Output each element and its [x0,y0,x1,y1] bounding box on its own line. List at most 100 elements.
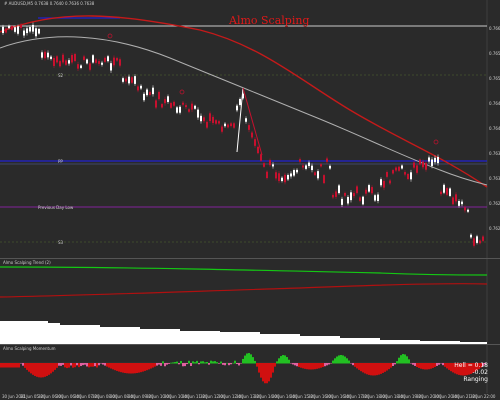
candle-body [269,160,271,166]
momentum-bar [176,361,178,364]
candle-body [296,169,298,173]
momentum-bar [188,360,190,364]
candle-body [461,201,463,205]
momentum-bar [134,363,136,374]
momentum-indicator-chart[interactable] [0,345,500,393]
momentum-bar [328,363,330,365]
momentum-bar [180,360,182,364]
momentum-bar [354,363,356,367]
momentum-bar [396,361,398,364]
momentum-bar [316,363,318,369]
candle-body [71,55,73,63]
momentum-bar [24,363,26,368]
momentum-bar [202,361,204,364]
momentum-bar [50,363,52,374]
momentum-bar [412,363,414,365]
momentum-bar [254,360,256,364]
momentum-bar [114,363,116,371]
main-price-pane[interactable]: 0.7660 0.7655 0.7650 0.7645 0.7640 0.7635 0.76… [0,0,500,258]
candle-body [404,172,406,175]
momentum-bar [166,363,168,365]
price-chart[interactable]: 0.7660 0.7655 0.7650 0.7645 0.7640 0.7635 0.76… [0,0,500,258]
momentum-bar [312,363,314,370]
candle-body [272,164,274,167]
candle-body [344,192,346,196]
momentum-bar [212,361,214,364]
candle-body [131,77,133,83]
momentum-bar [336,356,338,364]
candle-body [200,115,202,122]
candle-body [248,125,250,130]
candle-body [86,59,88,64]
candle-body [380,179,382,186]
momentum-bar [284,355,286,364]
momentum-bar [358,363,360,370]
momentum-bar [430,363,432,369]
momentum-bar [276,361,278,364]
indicator-value-2: -0.02 [472,369,488,376]
time-axis-label: 30 Jun 22:00 [470,394,496,399]
candle-body [140,85,142,89]
momentum-bar [172,362,174,364]
momentum-bar [138,363,140,373]
candle-body [275,172,277,179]
candle-body [116,58,118,61]
candle-body [101,62,103,65]
momentum-bar [34,363,36,376]
candle-body [359,197,361,201]
momentum-indicator-pane[interactable]: Almo Scalping Momentum [0,345,500,393]
momentum-bar [268,363,270,382]
momentum-bar [204,362,206,364]
candle-body [110,63,112,71]
candle-body [89,63,91,70]
candle-body [383,180,385,188]
momentum-bar [422,363,424,370]
momentum-bar [28,363,30,372]
momentum-bar [168,363,170,364]
momentum-bar [6,363,8,368]
symbol-info: # AUDUSD,M5 0.7638 0.7640 0.7636 0.7638 [4,1,95,6]
momentum-bar [58,363,60,366]
candle-body [437,156,439,164]
candle-body [20,25,22,28]
trend-indicator-pane[interactable]: Almo Scalping Trend (2) [0,259,500,344]
momentum-bar [120,363,122,373]
momentum-bar [426,363,428,370]
momentum-bar [98,363,100,366]
candle-body [368,185,370,192]
momentum-bar [286,357,288,364]
trend-indicator-chart[interactable] [0,259,500,344]
momentum-bar [82,363,84,366]
momentum-bar [244,355,246,364]
momentum-bar [390,363,392,368]
momentum-bar [420,363,422,369]
momentum-bar [196,360,198,364]
candle-body [122,78,124,82]
momentum-bar [356,363,358,369]
candle-body [428,157,430,162]
momentum-bar [26,363,28,370]
candle-body [227,124,229,128]
momentum-bar [322,363,324,368]
momentum-bar [232,362,234,364]
candle-body [41,52,43,58]
momentum-bar [252,357,254,364]
momentum-bar [434,363,436,368]
momentum-bar [294,363,296,366]
momentum-bar [200,361,202,364]
candle-body [185,105,187,108]
momentum-bar [238,363,240,366]
candle-body [47,52,49,58]
momentum-bar [144,363,146,371]
momentum-bar [160,363,162,366]
candle-body [326,158,328,162]
momentum-bar [432,363,434,368]
candle-body [362,196,364,205]
momentum-bar [242,358,244,364]
momentum-bar [250,354,252,364]
momentum-bar [46,363,48,376]
candle-body [323,175,325,184]
momentum-bar [52,363,54,372]
momentum-bar [408,359,410,364]
candle-body [386,172,388,177]
